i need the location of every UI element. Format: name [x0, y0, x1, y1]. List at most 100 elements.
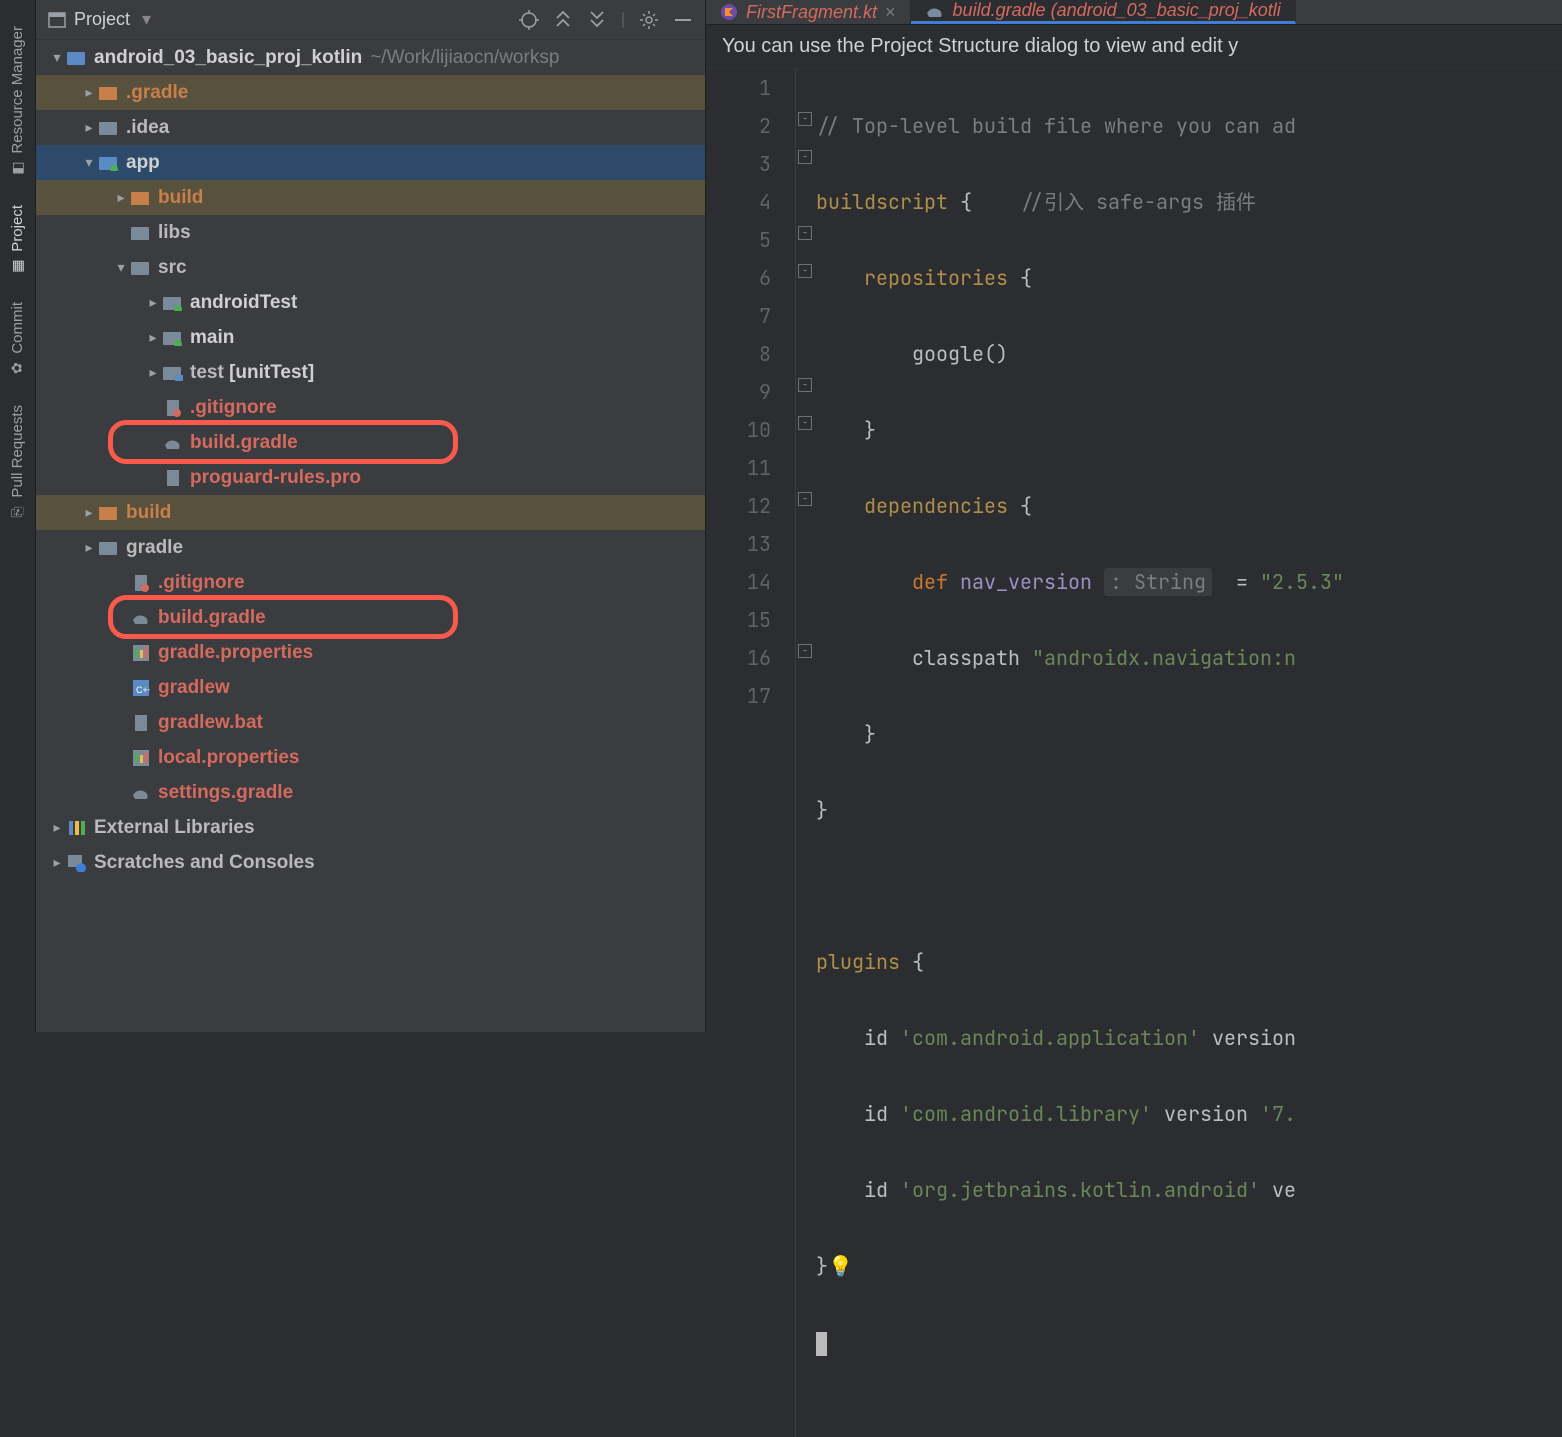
commit-icon: ✿	[9, 363, 26, 375]
chevron-right-icon: ▸	[112, 189, 130, 206]
tree-item-settings-gradle[interactable]: settings.gradle	[36, 775, 705, 810]
tab-firstfragment[interactable]: FirstFragment.kt ×	[706, 0, 911, 24]
scratches-icon	[66, 853, 88, 873]
rail-commit[interactable]: ✿ Commit	[5, 288, 30, 391]
tree-item-root-gradle[interactable]: ▸ gradle	[36, 530, 705, 565]
folder-icon	[162, 328, 184, 348]
expand-all-icon[interactable]	[553, 10, 573, 30]
chevron-right-icon: ▸	[80, 84, 98, 101]
fold-marker[interactable]: −	[798, 112, 812, 126]
script-icon: C++	[130, 678, 152, 698]
tree-label: src	[158, 257, 187, 279]
rail-commit-label: Commit	[9, 302, 26, 354]
tree-label: .gradle	[126, 82, 188, 104]
tree-item-libs[interactable]: libs	[36, 215, 705, 250]
tree-item-build[interactable]: ▸ build	[36, 180, 705, 215]
folder-icon	[162, 293, 184, 313]
hide-icon[interactable]	[673, 10, 693, 30]
tree-item-gradlew[interactable]: C++ gradlew	[36, 670, 705, 705]
fold-marker[interactable]: −	[798, 150, 812, 164]
tree-item-proguard[interactable]: proguard-rules.pro	[36, 460, 705, 495]
tree-item-root-build[interactable]: ▸ build	[36, 495, 705, 530]
tree-item-test[interactable]: ▸ test [unitTest]	[36, 355, 705, 390]
tree-item-gradlew-bat[interactable]: gradlew.bat	[36, 705, 705, 740]
fold-column[interactable]: − − − − − − − −	[796, 69, 816, 1437]
pr-icon: ⎘	[9, 506, 26, 517]
tree-label: settings.gradle	[158, 782, 293, 804]
chevron-right-icon: ▸	[144, 329, 162, 346]
project-panel-header: Project ▾ |	[36, 0, 705, 40]
project-view-selector[interactable]: Project ▾	[48, 9, 151, 30]
tree-label: .idea	[126, 117, 169, 139]
fold-marker[interactable]: −	[798, 492, 812, 506]
chevron-right-icon: ▸	[80, 539, 98, 556]
rail-project[interactable]: ▦ Project	[5, 191, 30, 289]
tree-label: gradle.properties	[158, 642, 313, 664]
tree-label: gradle	[126, 537, 183, 559]
tree-item-app-build-gradle[interactable]: build.gradle	[36, 425, 705, 460]
gradle-icon	[925, 3, 945, 19]
fold-marker[interactable]: −	[798, 416, 812, 430]
tree-label: .gitignore	[158, 572, 245, 594]
folder-icon	[98, 503, 120, 523]
rail-resource-manager[interactable]: ◧ Resource Manager	[5, 12, 30, 191]
rail-resource-label: Resource Manager	[9, 26, 26, 154]
editor-hint[interactable]: You can use the Project Structure dialog…	[706, 25, 1562, 69]
tree-label: androidTest	[190, 292, 297, 314]
tree-item-src[interactable]: ▾ src	[36, 250, 705, 285]
tree-label: app	[126, 152, 160, 174]
code-editor[interactable]: 1234567891011121314151617 − − − − − − − …	[706, 69, 1562, 1437]
tree-item-idea[interactable]: ▸ .idea	[36, 110, 705, 145]
folder-icon	[130, 258, 152, 278]
bulb-icon[interactable]: 💡	[828, 1253, 853, 1279]
rail-pull-requests[interactable]: ⎘ Pull Requests	[5, 391, 30, 535]
tree-root-label: android_03_basic_proj_kotlin	[94, 47, 362, 69]
resource-icon: ◧	[9, 161, 26, 174]
tree-item-gradle-properties[interactable]: gradle.properties	[36, 635, 705, 670]
editor-area: FirstFragment.kt × build.gradle (android…	[706, 0, 1562, 1032]
properties-icon	[130, 643, 152, 663]
kotlin-icon	[720, 3, 738, 21]
tree-item-main[interactable]: ▸ main	[36, 320, 705, 355]
gradle-icon	[162, 433, 184, 453]
chevron-right-icon: ▸	[48, 854, 66, 871]
cursor	[816, 1332, 827, 1356]
fold-marker[interactable]: −	[798, 264, 812, 278]
project-panel: Project ▾ | ▾ android_03_basic_proj_kotl…	[36, 0, 706, 1032]
tree-label: gradlew	[158, 677, 230, 699]
folder-icon	[98, 538, 120, 558]
tree-item-gradle-dir[interactable]: ▸ .gradle	[36, 75, 705, 110]
project-tree[interactable]: ▾ android_03_basic_proj_kotlin ~/Work/li…	[36, 40, 705, 1032]
file-icon	[162, 398, 184, 418]
fold-marker[interactable]: −	[798, 226, 812, 240]
tree-item-androidtest[interactable]: ▸ androidTest	[36, 285, 705, 320]
tree-item-gitignore[interactable]: .gitignore	[36, 390, 705, 425]
fold-marker[interactable]: −	[798, 644, 812, 658]
tree-item-app[interactable]: ▾ app	[36, 145, 705, 180]
file-icon	[130, 713, 152, 733]
folder-icon	[98, 118, 120, 138]
folder-icon	[98, 83, 120, 103]
locate-icon[interactable]	[519, 10, 539, 30]
line-gutter: 1234567891011121314151617	[706, 69, 796, 1437]
tree-item-root-gitignore[interactable]: .gitignore	[36, 565, 705, 600]
chevron-right-icon: ▸	[48, 819, 66, 836]
tab-build-gradle[interactable]: build.gradle (android_03_basic_proj_kotl…	[911, 0, 1296, 24]
svg-text:C++: C++	[136, 685, 150, 695]
collapse-all-icon[interactable]	[587, 10, 607, 30]
tree-item-root-build-gradle[interactable]: build.gradle	[36, 600, 705, 635]
tree-root-path: ~/Work/lijiaocn/worksp	[370, 47, 559, 69]
folder-icon	[130, 223, 152, 243]
tree-item-external-libs[interactable]: ▸ External Libraries	[36, 810, 705, 845]
code-content[interactable]: // Top-level build file where you can ad…	[816, 69, 1562, 1437]
tree-root[interactable]: ▾ android_03_basic_proj_kotlin ~/Work/li…	[36, 40, 705, 75]
chevron-down-icon: ▾	[112, 259, 130, 276]
close-icon[interactable]: ×	[885, 2, 896, 23]
settings-icon[interactable]	[639, 10, 659, 30]
tree-item-local-properties[interactable]: local.properties	[36, 740, 705, 775]
tab-label: build.gradle (android_03_basic_proj_kotl…	[953, 0, 1281, 21]
tree-label: Scratches and Consoles	[94, 852, 315, 874]
fold-marker[interactable]: −	[798, 378, 812, 392]
tree-item-scratches[interactable]: ▸ Scratches and Consoles	[36, 845, 705, 880]
rail-pr-label: Pull Requests	[9, 405, 26, 498]
